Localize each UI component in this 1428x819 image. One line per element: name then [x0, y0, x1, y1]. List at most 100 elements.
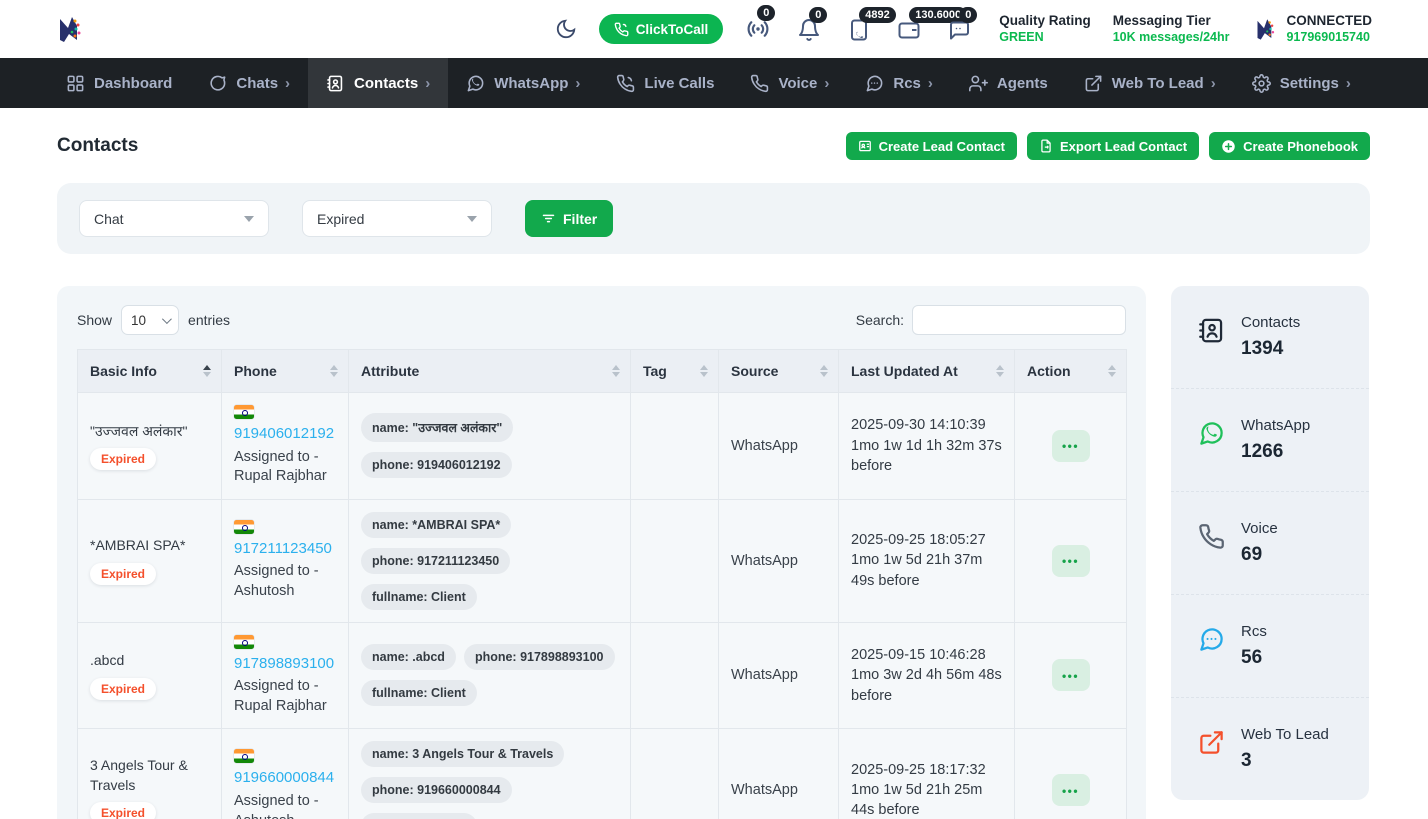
last-updated-cell: 2025-09-15 10:46:28 1mo 3w 2d 4h 56m 48s…	[839, 622, 1015, 729]
last-updated-cell: 2025-09-30 14:10:39 1mo 1w 1d 1h 32m 37s…	[839, 393, 1015, 500]
attribute-pill: name: "उज्जवल अलंकार"	[361, 413, 513, 442]
contact-name: "उज्जवल अलंकार"	[90, 422, 209, 442]
chats-icon	[208, 74, 227, 93]
last-updated-cell: 2025-09-25 18:05:27 1mo 1w 5d 21h 37m 49…	[839, 499, 1015, 622]
nav-item-label: Voice	[778, 75, 817, 92]
page-action-label: Create Phonebook	[1243, 139, 1358, 154]
filter-bar: Chat Expired Filter	[57, 183, 1370, 254]
nav-item[interactable]: Dashboard ›	[48, 58, 190, 108]
column-header-label: Tag	[643, 363, 667, 379]
row-actions-button[interactable]	[1052, 774, 1090, 806]
nav-item[interactable]: Settings ›	[1234, 58, 1369, 108]
column-header[interactable]: Action	[1015, 350, 1127, 393]
nav-item[interactable]: Contacts ›	[308, 58, 448, 108]
nav-item[interactable]: Rcs ›	[847, 58, 951, 108]
attribute-pill: name: .abcd	[361, 644, 456, 670]
show-label: Show	[77, 312, 112, 328]
column-header-label: Source	[731, 363, 778, 379]
nav-item-label: Dashboard	[94, 75, 172, 92]
column-header[interactable]: Last Updated At	[839, 350, 1015, 393]
contacts-card-icon	[326, 74, 345, 93]
phone-call-icon	[614, 22, 629, 37]
clicktocall-button[interactable]: ClickToCall	[599, 14, 724, 44]
status-value: GREEN	[999, 30, 1091, 46]
moon-icon[interactable]	[555, 18, 577, 40]
india-flag-icon	[234, 520, 254, 534]
stat-item[interactable]: Voice 69	[1171, 491, 1369, 594]
nav-item[interactable]: WhatsApp ›	[448, 58, 598, 108]
stat-item[interactable]: Contacts 1394	[1171, 286, 1369, 388]
attribute-pills: name: "उज्जवल अलंकार" phone: 91940601219…	[361, 413, 618, 478]
tag-cell	[631, 729, 719, 819]
phone-link[interactable]: 917211123450	[234, 539, 336, 559]
contacts-table-card: Show 10 entries Search:	[57, 286, 1146, 819]
status-select-value: Expired	[317, 211, 364, 227]
source-cell: WhatsApp	[719, 622, 839, 729]
page-action-button[interactable]: Export Lead Contact	[1027, 132, 1199, 160]
attribute-pill: fullname: Client	[361, 584, 477, 610]
stat-label: Contacts	[1241, 314, 1300, 331]
stat-item[interactable]: Rcs 56	[1171, 594, 1369, 697]
column-header[interactable]: Source	[719, 350, 839, 393]
voice-phone-icon	[750, 74, 769, 93]
stat-value: 56	[1241, 647, 1267, 669]
status-block: Quality Rating GREEN	[999, 13, 1091, 46]
status-badge: Expired	[90, 563, 156, 585]
channel-select-value: Chat	[94, 211, 124, 227]
page-action-button[interactable]: Create Lead Contact	[846, 132, 1017, 160]
table-header-row: Basic Info Phone	[78, 350, 1127, 393]
page-title: Contacts	[57, 135, 138, 157]
page-action-label: Create Lead Contact	[879, 139, 1005, 154]
chevron-down-icon	[244, 216, 254, 222]
row-actions-button[interactable]	[1052, 545, 1090, 577]
nav-item[interactable]: Web To Lead ›	[1066, 58, 1234, 108]
lead-card-icon	[858, 139, 872, 153]
stat-item[interactable]: WhatsApp 1266	[1171, 388, 1369, 491]
header-icon-group: 0 0 4892 130.6000	[745, 16, 977, 42]
page-action-button[interactable]: Create Phonebook	[1209, 132, 1370, 160]
table-row: .abcd Expired 917898893100 Assigned to -…	[78, 622, 1127, 729]
nav-item[interactable]: Live Calls ›	[598, 58, 732, 108]
row-actions-button[interactable]	[1052, 430, 1090, 462]
stat-item[interactable]: Web To Lead 3	[1171, 697, 1369, 800]
nav-item[interactable]: Chats ›	[190, 58, 308, 108]
stat-label: Voice	[1241, 520, 1278, 537]
nav-item-label: Chats	[236, 75, 278, 92]
chevron-right-icon: ›	[285, 75, 290, 92]
india-flag-icon	[234, 635, 254, 649]
assigned-to: Assigned to - Ashutosh	[234, 562, 336, 601]
chevron-down-icon	[162, 314, 172, 324]
column-header-label: Last Updated At	[851, 363, 958, 379]
phone-link[interactable]: 919406012192	[234, 424, 336, 444]
nav-item[interactable]: Agents ›	[951, 58, 1066, 108]
nav-item-label: Settings	[1280, 75, 1339, 92]
chevron-right-icon: ›	[425, 75, 430, 92]
sort-icon	[330, 365, 338, 377]
chevron-right-icon: ›	[824, 75, 829, 92]
page-actions: Create Lead Contact Export Lead Contact …	[846, 132, 1370, 160]
chevron-right-icon: ›	[1211, 75, 1216, 92]
attribute-pill: phone: 917898893100	[464, 644, 615, 670]
filter-button[interactable]: Filter	[525, 200, 613, 237]
column-header-label: Action	[1027, 363, 1071, 379]
column-header[interactable]: Tag	[631, 350, 719, 393]
phone-link[interactable]: 917898893100	[234, 654, 336, 674]
phone-link[interactable]: 919660000844	[234, 768, 336, 788]
contacts-table: Basic Info Phone	[77, 349, 1127, 819]
column-header[interactable]: Basic Info	[78, 350, 222, 393]
contact-name: .abcd	[90, 651, 209, 671]
india-flag-icon	[234, 405, 254, 419]
column-header-label: Basic Info	[90, 363, 157, 379]
count-badge: 0	[959, 7, 977, 23]
page-size-select[interactable]: 10	[121, 305, 179, 335]
column-header[interactable]: Attribute	[349, 350, 631, 393]
channel-select[interactable]: Chat	[79, 200, 269, 237]
nav-item[interactable]: Voice ›	[732, 58, 847, 108]
search-input[interactable]	[912, 305, 1126, 335]
column-header[interactable]: Phone	[222, 350, 349, 393]
stat-value: 1394	[1241, 338, 1300, 360]
plus-circle-icon	[1221, 139, 1236, 154]
row-actions-button[interactable]	[1052, 659, 1090, 691]
status-select[interactable]: Expired	[302, 200, 492, 237]
attribute-pill: phone: 917211123450	[361, 548, 510, 574]
